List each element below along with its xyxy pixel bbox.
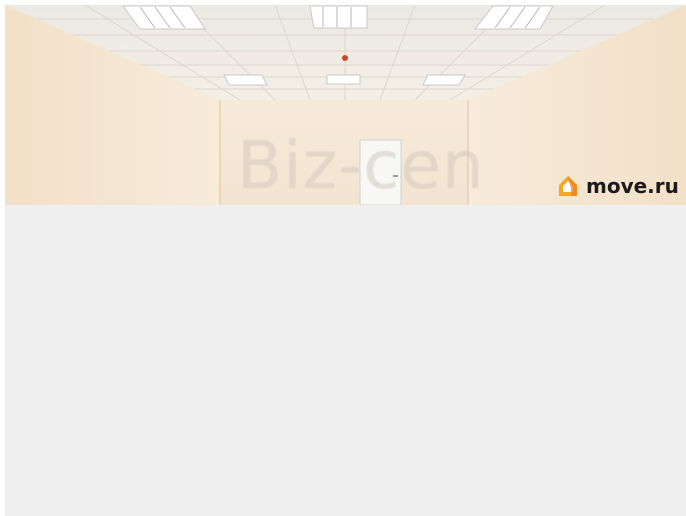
listing-image-viewer: Biz-cen move.ru [5,5,686,516]
empty-content-area [5,205,686,516]
move-ru-logo[interactable]: move.ru [557,174,679,198]
room-photo[interactable]: Biz-cen move.ru [5,5,686,205]
house-logo-icon [559,176,577,196]
watermark-text: Biz-cen [237,127,485,204]
smoke-detector [342,55,348,61]
logo-text: move.ru [586,174,679,198]
